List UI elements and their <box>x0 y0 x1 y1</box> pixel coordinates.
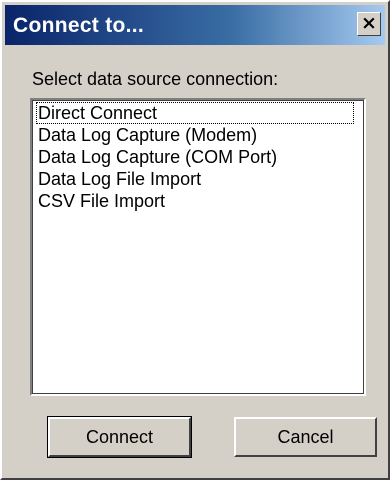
window-title: Connect to... <box>13 14 145 37</box>
prompt-label: Select data source connection: <box>32 69 279 89</box>
connect-button-label: Connect <box>85 427 154 447</box>
connect-button[interactable]: Connect <box>47 416 192 458</box>
connect-dialog: Connect to... × Select data source conne… <box>0 0 390 480</box>
cancel-button[interactable]: Cancel <box>234 417 377 457</box>
list-item-data-log-capture-modem[interactable]: Data Log Capture (Modem) <box>36 124 257 146</box>
close-icon: × <box>361 12 377 34</box>
list-item-data-log-capture-com-port[interactable]: Data Log Capture (COM Port) <box>36 146 277 168</box>
list-item-data-log-file-import[interactable]: Data Log File Import <box>36 168 201 190</box>
list-item-direct-connect[interactable]: Direct Connect <box>36 102 354 124</box>
cancel-button-label: Cancel <box>277 427 334 447</box>
close-button[interactable]: × <box>357 12 381 36</box>
title-bar[interactable]: Connect to... × <box>5 5 385 45</box>
data-source-listbox[interactable]: Direct Connect Data Log Capture (Modem) … <box>30 98 366 396</box>
list-item-csv-file-import[interactable]: CSV File Import <box>36 190 165 212</box>
